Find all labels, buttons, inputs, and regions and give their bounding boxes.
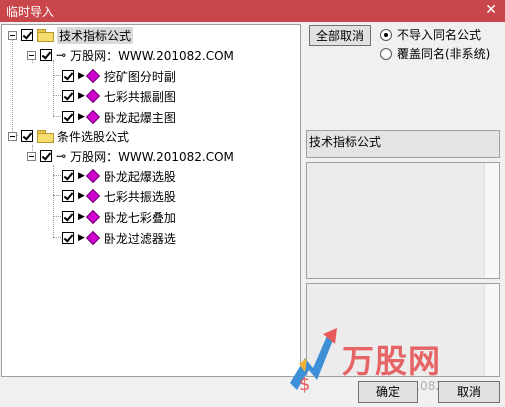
option-overwrite-duplicates[interactable]: 覆盖同名(非系统)	[380, 45, 490, 62]
item-label: 卧龙七彩叠加	[103, 210, 176, 225]
group-checkbox[interactable]	[21, 130, 33, 142]
formula-icon	[85, 68, 100, 84]
import-dialog: 临时导入 ✕ 技术指标公式 ⊸ 万股网：WWW.201082.COM ▶ 挖矿图…	[0, 0, 505, 407]
group-label: 技术指标公式	[57, 26, 134, 44]
formula-tree[interactable]: 技术指标公式 ⊸ 万股网：WWW.201082.COM ▶ 挖矿图分时副 ▶ 七…	[1, 24, 301, 377]
arrow-icon: ▶	[78, 212, 85, 222]
tree-item[interactable]: ▶ 挖矿图分时副	[62, 66, 176, 86]
tree-item[interactable]: ▶ 卧龙七彩叠加	[62, 207, 176, 227]
arrow-icon: ▶	[78, 171, 85, 181]
option-label: 不导入同名公式	[397, 28, 482, 42]
tree-site-node[interactable]: ⊸ 万股网：WWW.201082.COM	[27, 45, 234, 65]
tree-group-screening[interactable]: 条件选股公式	[8, 126, 129, 146]
arrow-icon: ▶	[78, 191, 85, 201]
formula-icon	[85, 88, 100, 104]
key-icon: ⊸	[56, 149, 67, 163]
window-title: 临时导入	[6, 5, 55, 19]
formula-icon	[85, 109, 100, 125]
tree-item[interactable]: ▶ 卧龙起爆选股	[62, 166, 176, 186]
item-checkbox[interactable]	[62, 111, 74, 123]
item-checkbox[interactable]	[62, 232, 74, 244]
option-skip-duplicates[interactable]: 不导入同名公式	[380, 26, 481, 43]
arrow-icon: ▶	[78, 112, 85, 122]
close-icon[interactable]: ✕	[485, 2, 497, 18]
site-checkbox[interactable]	[40, 49, 52, 61]
tree-item[interactable]: ▶ 卧龙过滤器选	[62, 228, 176, 248]
arrow-icon: ▶	[78, 233, 85, 243]
option-label: 覆盖同名(非系统)	[397, 47, 491, 61]
item-checkbox[interactable]	[62, 70, 74, 82]
tree-group-indicator[interactable]: 技术指标公式	[8, 25, 134, 45]
site-label: 万股网：WWW.201082.COM	[70, 149, 234, 164]
radio-unselected-icon[interactable]	[380, 47, 392, 60]
site-checkbox[interactable]	[40, 150, 52, 162]
info-text: 技术指标公式	[309, 135, 382, 149]
item-label: 卧龙过滤器选	[103, 231, 176, 246]
arrow-icon: ▶	[78, 71, 85, 81]
svg-text:$: $	[299, 374, 310, 395]
item-checkbox[interactable]	[62, 211, 74, 223]
collapse-icon[interactable]	[8, 30, 17, 40]
formula-icon	[85, 168, 100, 184]
group-label: 条件选股公式	[57, 129, 130, 144]
folder-icon	[37, 130, 54, 143]
formula-icon	[85, 209, 100, 225]
cancel-button[interactable]: 取消	[438, 381, 500, 403]
scrollbar[interactable]	[484, 284, 499, 376]
formula-icon	[85, 230, 100, 246]
select-all-cancel-button[interactable]: 全部取消	[309, 25, 371, 46]
group-checkbox[interactable]	[21, 29, 33, 41]
item-label: 卧龙起爆主图	[103, 110, 176, 125]
scrollbar[interactable]	[484, 163, 499, 278]
collapse-icon[interactable]	[8, 131, 17, 141]
collapse-icon[interactable]	[27, 50, 36, 60]
formula-icon	[85, 188, 100, 204]
item-checkbox[interactable]	[62, 170, 74, 182]
tree-item[interactable]: ▶ 七彩共振选股	[62, 186, 176, 206]
tree-item[interactable]: ▶ 七彩共振副图	[62, 86, 176, 106]
item-label: 挖矿图分时副	[103, 69, 176, 84]
watermark-text: 万股网	[342, 342, 442, 380]
description-box[interactable]	[306, 162, 500, 279]
tree-site-node[interactable]: ⊸ 万股网：WWW.201082.COM	[27, 146, 234, 166]
info-panel: 技术指标公式	[306, 130, 500, 158]
site-label: 万股网：WWW.201082.COM	[70, 48, 234, 63]
item-checkbox[interactable]	[62, 190, 74, 202]
logo-arrow-icon: $	[290, 328, 337, 395]
arrow-icon: ▶	[78, 91, 85, 101]
item-label: 七彩共振选股	[103, 189, 176, 204]
collapse-icon[interactable]	[27, 151, 36, 161]
title-bar: 临时导入 ✕	[0, 0, 505, 22]
item-checkbox[interactable]	[62, 90, 74, 102]
item-label: 卧龙起爆选股	[103, 169, 176, 184]
item-label: 七彩共振副图	[103, 89, 176, 104]
radio-selected-icon[interactable]	[380, 28, 392, 41]
ok-button[interactable]: 确定	[358, 381, 418, 403]
tree-item[interactable]: ▶ 卧龙起爆主图	[62, 107, 176, 127]
folder-icon	[37, 29, 54, 42]
key-icon: ⊸	[56, 48, 67, 62]
